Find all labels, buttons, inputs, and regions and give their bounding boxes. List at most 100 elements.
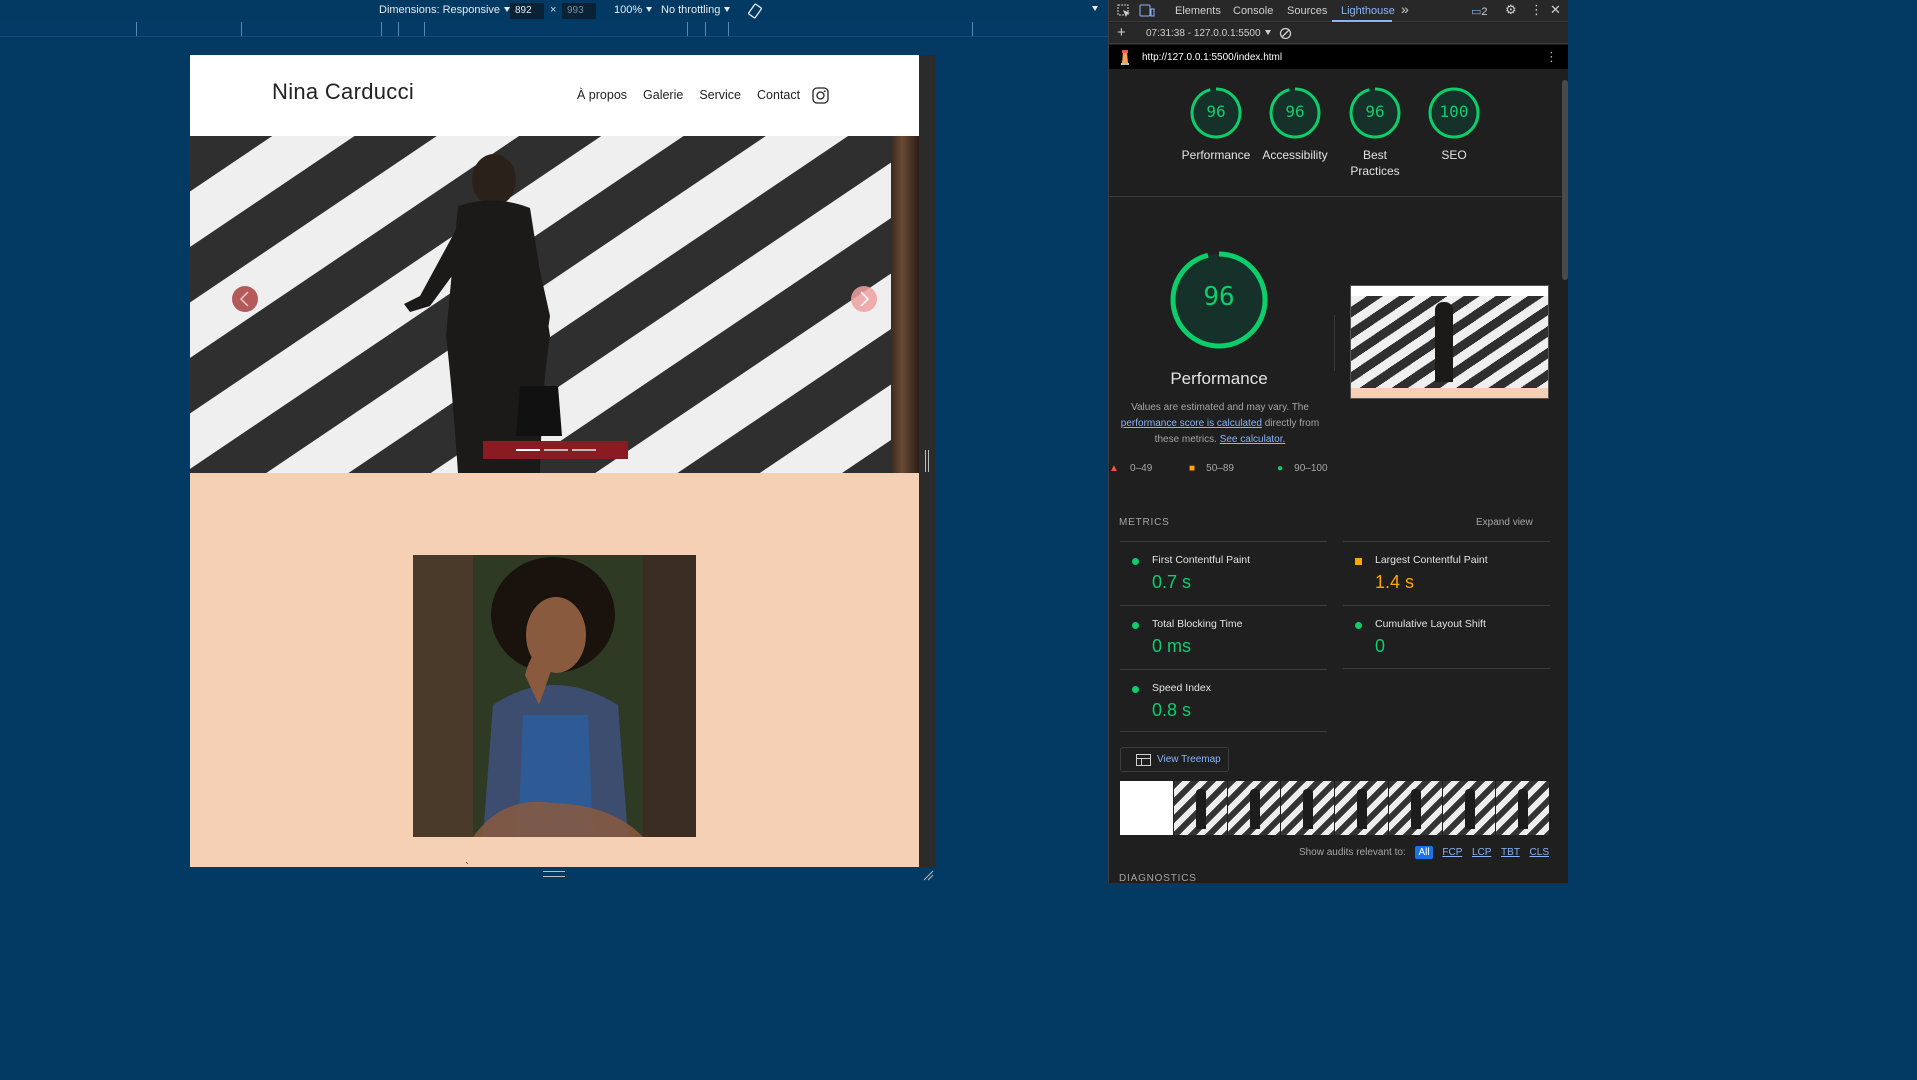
green-circle-icon: ● (1277, 463, 1284, 474)
view-treemap-button[interactable]: View Treemap (1120, 747, 1229, 772)
metric-label: Total Blocking Time (1152, 618, 1243, 630)
issues-badge[interactable]: ▭2 (1471, 5, 1488, 18)
message-icon: ▭ (1471, 6, 1482, 18)
zoom-dropdown[interactable]: 100% (614, 4, 653, 16)
legend-fail-label: 0–49 (1130, 463, 1153, 474)
hero-carousel (190, 136, 919, 473)
more-options-caret[interactable] (1088, 3, 1098, 15)
tab-elements[interactable]: Elements (1175, 5, 1221, 17)
issue-count: 2 (1481, 6, 1488, 18)
nav-link-a-propos[interactable]: À propos (577, 88, 627, 102)
height-input[interactable]: 993 (562, 3, 596, 19)
filter-fcp[interactable]: FCP (1442, 847, 1462, 858)
carousel-next-button[interactable] (851, 286, 877, 312)
filter-all[interactable]: All (1415, 846, 1433, 859)
site-header: Nina Carducci À propos Galerie Service C… (190, 55, 919, 136)
clear-block-icon[interactable] (1279, 27, 1292, 40)
report-select[interactable]: 07:31:38 - 127.0.0.1:5500 (1146, 28, 1271, 39)
report-url[interactable]: http://127.0.0.1:5500/index.html (1142, 52, 1282, 63)
site-title[interactable]: Nina Carducci (272, 79, 414, 105)
gauge-best-practices-score: 96 (1365, 102, 1385, 121)
lighthouse-toolbar: + 07:31:38 - 127.0.0.1:5500 (1109, 23, 1568, 44)
thumb-figure (1435, 302, 1453, 382)
device-toolbar: Dimensions: Responsive 892 × 993 100% No… (0, 0, 1108, 22)
filmstrip-frame (1496, 781, 1549, 835)
carousel-indicator[interactable] (571, 449, 596, 451)
resize-corner-icon[interactable] (922, 869, 934, 881)
media-query-ruler[interactable] (0, 22, 1108, 37)
metric-label: Largest Contentful Paint (1375, 554, 1488, 566)
expand-view-toggle[interactable]: Expand view (1476, 517, 1533, 528)
ruler-tick (136, 22, 137, 36)
hero-image (190, 136, 891, 473)
tab-console[interactable]: Console (1233, 5, 1273, 17)
chevron-right-icon (860, 291, 870, 307)
devtools-tabbar: Elements Console Sources Lighthouse » ▭2… (1109, 0, 1568, 22)
gauge-performance-label: Performance (1181, 148, 1251, 162)
nav-link-galerie[interactable]: Galerie (643, 88, 683, 102)
diagnostics-heading: DIAGNOSTICS (1119, 873, 1197, 883)
performance-heading: Performance (1170, 369, 1268, 388)
filmstrip-frame (1335, 781, 1388, 835)
metric-value: 0.8 s (1152, 700, 1192, 720)
final-screenshot-thumbnail[interactable] (1350, 285, 1549, 399)
instagram-icon[interactable] (812, 87, 829, 104)
resize-handle-right[interactable] (925, 450, 929, 472)
dimensions-dropdown[interactable]: Dimensions: Responsive (379, 4, 511, 16)
lighthouse-logo-icon (1121, 50, 1129, 65)
divider (1109, 196, 1561, 197)
filter-lcp[interactable]: LCP (1472, 847, 1491, 858)
throttling-label: No throttling (661, 4, 721, 16)
device-toolbar-toggle-icon[interactable] (1139, 4, 1155, 18)
screen: { "device_toolbar": { "dimensions_label"… (0, 0, 1568, 883)
filmstrip-frame (1120, 781, 1173, 835)
performance-description: Values are estimated and may vary. The p… (1109, 400, 1331, 448)
carousel-prev-button[interactable] (232, 286, 258, 312)
filter-tbt[interactable]: TBT (1501, 847, 1520, 858)
scrollbar-thumb[interactable] (1562, 80, 1568, 280)
nav-link-contact[interactable]: Contact (757, 88, 800, 102)
emulated-page: Nina Carducci À propos Galerie Service C… (190, 55, 919, 867)
tab-sources[interactable]: Sources (1287, 5, 1327, 17)
carousel-indicator[interactable] (515, 449, 540, 451)
show-audits-label: Show audits relevant to: (1298, 847, 1406, 858)
report-menu-icon[interactable]: ⋮ (1545, 49, 1558, 65)
legend-average-label: 50–89 (1206, 463, 1234, 474)
ruler-tick (687, 22, 688, 36)
filmstrip-frame (1388, 781, 1442, 835)
legend-fail: ▲ 0–49 (1109, 463, 1152, 474)
settings-gear-icon[interactable]: ⚙ (1505, 2, 1517, 18)
rotate-icon[interactable] (747, 3, 763, 19)
metric-tbt: Total Blocking Time 0 ms (1120, 605, 1327, 668)
close-devtools-icon[interactable]: ✕ (1550, 2, 1561, 18)
inspect-element-icon[interactable] (1117, 4, 1131, 18)
next-slide-preview (891, 136, 919, 473)
tab-lighthouse[interactable]: Lighthouse (1341, 5, 1395, 17)
filmstrip-frame (1173, 781, 1227, 835)
filter-cls[interactable]: CLS (1530, 847, 1549, 858)
gauge-seo-score: 100 (1439, 102, 1469, 121)
devtools-scrollbar[interactable] (1561, 70, 1568, 883)
performance-big-score: 96 (1203, 282, 1235, 312)
caret-down-icon (646, 7, 653, 12)
metric-label: Speed Index (1152, 682, 1211, 694)
metric-lcp: Largest Contentful Paint 1.4 s (1343, 541, 1550, 604)
nav-link-service[interactable]: Service (699, 88, 741, 102)
kebab-menu-icon[interactable]: ⋮ (1530, 2, 1543, 18)
filmstrip-frame (1442, 781, 1496, 835)
resize-handle-bottom[interactable] (543, 871, 565, 877)
divider (1334, 315, 1335, 371)
devtools-panel: Elements Console Sources Lighthouse » ▭2… (1108, 0, 1568, 883)
carousel-indicator[interactable] (543, 449, 568, 451)
active-tab-indicator (1332, 20, 1392, 22)
throttling-dropdown[interactable]: No throttling (661, 4, 731, 16)
width-input[interactable]: 892 (510, 3, 544, 19)
performance-score-link[interactable]: performance score is calculated (1121, 418, 1262, 429)
more-tabs-button[interactable]: » (1401, 1, 1409, 17)
red-triangle-icon: ▲ (1109, 463, 1119, 474)
times-sign: × (550, 4, 557, 16)
new-report-plus-icon[interactable]: + (1117, 24, 1126, 41)
see-calculator-link[interactable]: See calculator. (1220, 434, 1286, 445)
ruler-tick (705, 22, 706, 36)
site-nav: À propos Galerie Service Contact (577, 88, 800, 102)
